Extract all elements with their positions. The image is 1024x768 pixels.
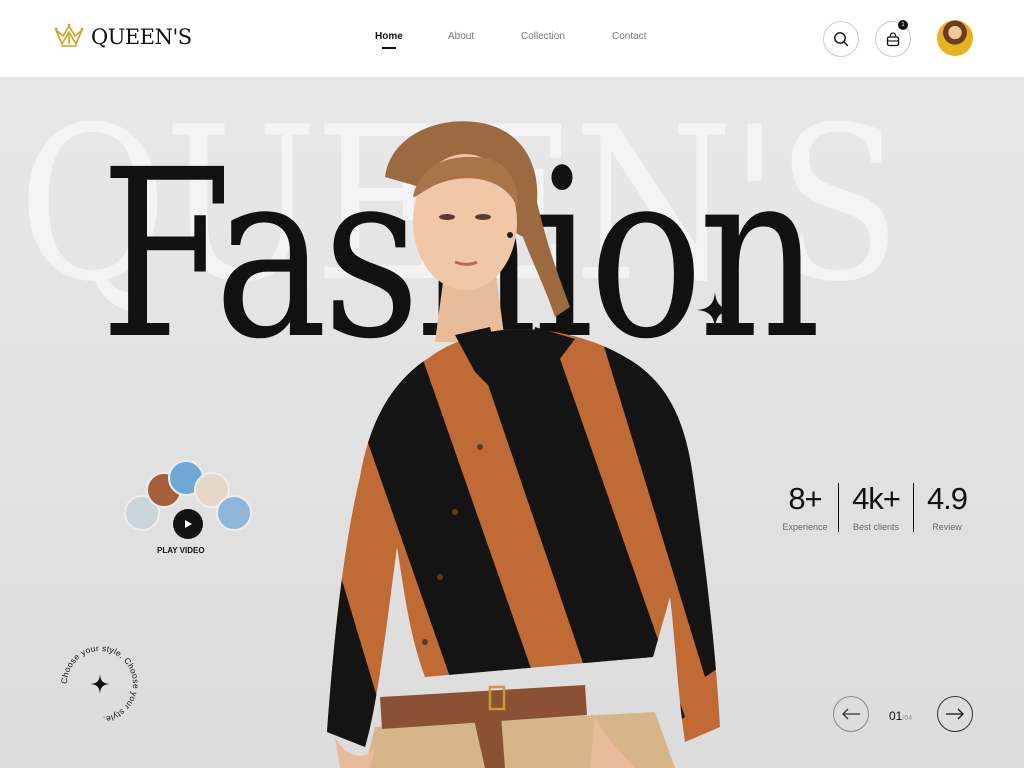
stat-clients: 4k+ Best clients <box>838 483 914 532</box>
site-header: QUEEN'S Home About Collection Contact 1 <box>0 0 1024 77</box>
user-avatar[interactable] <box>937 20 973 56</box>
stats-row: 8+ Experience 4k+ Best clients 4.9 Revie… <box>776 483 976 532</box>
next-slide-button[interactable] <box>937 696 973 732</box>
stat-value: 4k+ <box>852 481 901 516</box>
choose-style-badge[interactable]: Choose your style. Choose your style. <box>55 639 145 729</box>
arrow-left-icon <box>842 708 860 720</box>
search-icon <box>834 32 849 47</box>
model-image <box>327 121 720 768</box>
stat-label: Best clients <box>852 522 900 532</box>
play-button[interactable] <box>173 509 203 539</box>
search-button[interactable] <box>823 21 859 57</box>
shopping-bag-icon <box>886 31 900 46</box>
prev-slide-button[interactable] <box>833 696 869 732</box>
nav-collection[interactable]: Collection <box>521 31 565 42</box>
video-preview[interactable]: PLAY VIDEO <box>124 460 254 560</box>
play-icon <box>185 520 192 528</box>
stat-review: 4.9 Review <box>918 483 976 532</box>
cart-count-badge: 1 <box>898 20 908 30</box>
sparkle-icon <box>90 674 110 694</box>
crown-icon <box>54 23 84 47</box>
slide-counter: 01/04 <box>889 707 912 725</box>
cart-button[interactable]: 1 <box>875 20 911 57</box>
play-video-label: PLAY VIDEO <box>157 546 205 555</box>
stat-value: 4.9 <box>926 481 968 516</box>
thumb-shirt-denim <box>216 495 252 531</box>
slide-total: /04 <box>902 715 913 722</box>
sparkle-icon <box>697 292 733 328</box>
stat-experience: 8+ Experience <box>776 483 834 532</box>
stat-value: 8+ <box>788 481 822 516</box>
nav-contact[interactable]: Contact <box>612 31 646 42</box>
slide-current: 01 <box>889 709 903 723</box>
hero-section: QUEEN'S Fashion <box>0 77 1024 768</box>
nav-home[interactable]: Home <box>375 31 403 49</box>
stat-label: Experience <box>782 522 828 532</box>
nav-about[interactable]: About <box>448 31 474 42</box>
arrow-right-icon <box>946 708 964 720</box>
brand-name: QUEEN'S <box>91 25 192 49</box>
stat-label: Review <box>932 522 962 532</box>
brand-logo[interactable]: QUEEN'S <box>53 22 192 52</box>
